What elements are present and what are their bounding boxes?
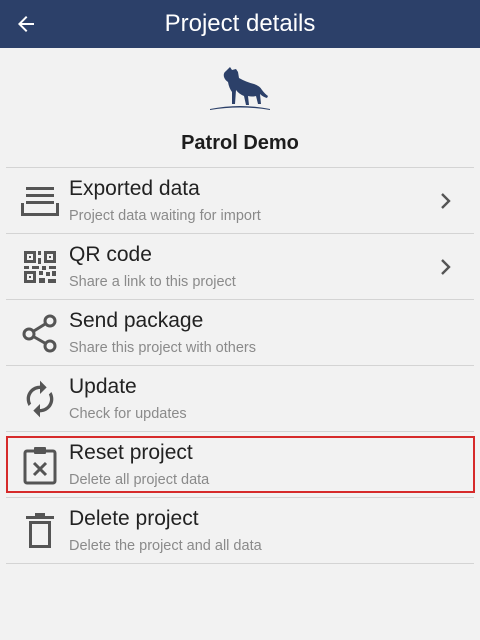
menu-item-title: Reset project [69,441,193,464]
menu-item-subtitle: Share this project with others [69,340,256,356]
menu-item-title: Send package [69,309,204,332]
tray-icon [20,181,60,221]
menu-item-subtitle: Delete the project and all data [69,538,262,554]
chevron-right-icon [436,256,456,278]
menu-item-qr-code[interactable]: QR code Share a link to this project [6,234,474,300]
menu-item-subtitle: Check for updates [69,406,187,422]
menu-item-title: Delete project [69,507,199,530]
menu-item-delete-project[interactable]: Delete project Delete the project and al… [6,498,474,564]
menu-item-update[interactable]: Update Check for updates [6,366,474,432]
menu-item-title: QR code [69,243,152,266]
menu-item-reset-project[interactable]: Reset project Delete all project data [6,432,474,498]
page-title: Project details [164,10,316,37]
project-name: Patrol Demo [181,132,299,154]
menu-item-send-package[interactable]: Send package Share this project with oth… [6,300,474,366]
qr-code-icon [20,247,60,287]
app-bar: Project details [0,0,480,48]
refresh-icon [20,379,60,419]
menu-item-title: Update [69,375,137,398]
share-icon [20,313,60,353]
menu-item-subtitle: Share a link to this project [69,274,236,290]
trash-icon [20,511,60,551]
project-menu: Exported data Project data waiting for i… [6,167,474,564]
menu-item-subtitle: Delete all project data [69,472,210,488]
project-logo [0,62,480,114]
panther-logo-icon [210,67,270,110]
menu-item-title: Exported data [69,177,200,200]
menu-item-subtitle: Project data waiting for import [69,208,261,224]
chevron-right-icon [436,190,456,212]
menu-item-exported-data[interactable]: Exported data Project data waiting for i… [6,168,474,234]
clipboard-x-icon [20,445,60,485]
